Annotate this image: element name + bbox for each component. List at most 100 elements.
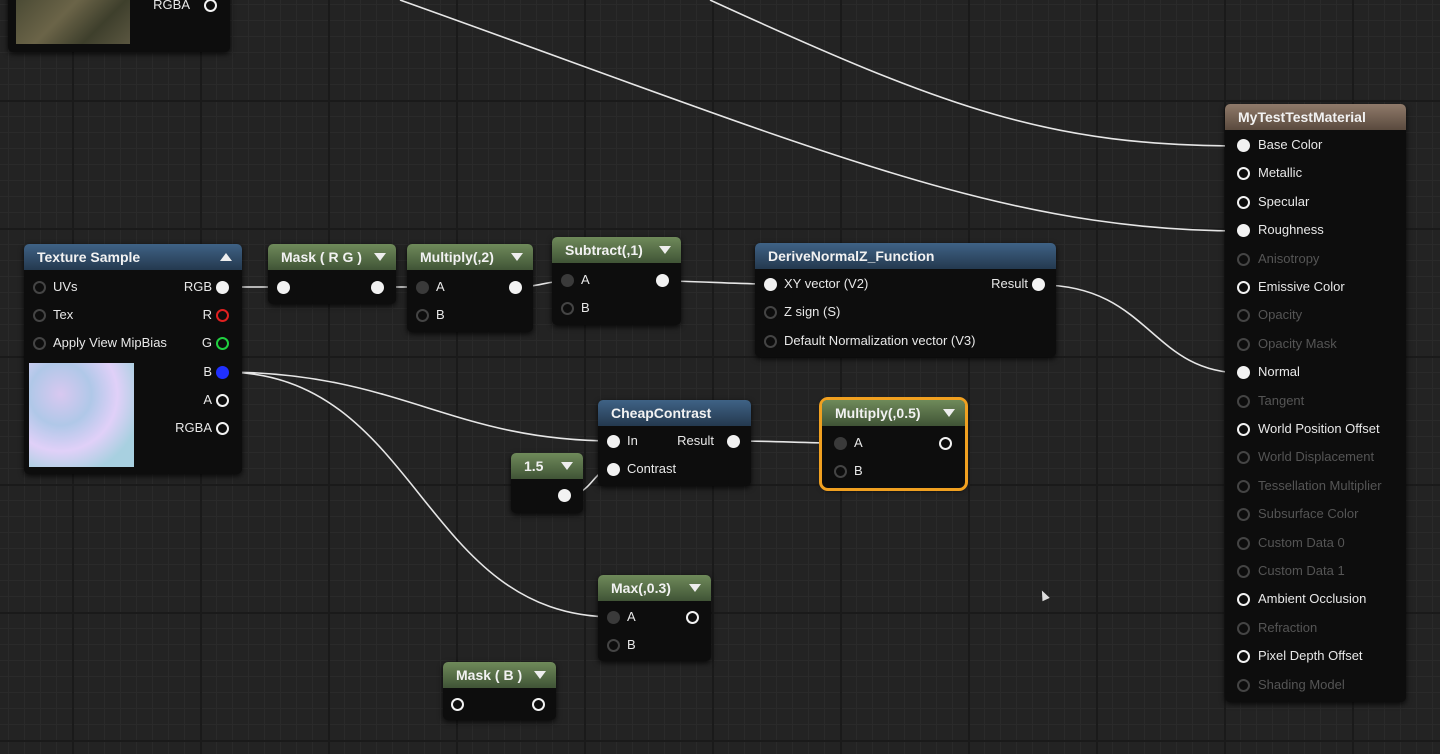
constant-header[interactable]: 1.5 bbox=[511, 453, 583, 479]
multiply-2-output-pin[interactable] bbox=[509, 281, 522, 294]
material-pin-subsurface-color[interactable] bbox=[1237, 508, 1250, 522]
g-output-pin[interactable] bbox=[216, 337, 229, 350]
material-pin-world-position-offset[interactable] bbox=[1237, 423, 1250, 436]
multiply-05-output-pin[interactable] bbox=[939, 437, 952, 450]
constant-node[interactable]: 1.5 bbox=[511, 453, 583, 513]
mask-b-header[interactable]: Mask ( B ) bbox=[443, 662, 556, 688]
material-pin-opacity-mask[interactable] bbox=[1237, 337, 1250, 351]
mask-b-output-pin[interactable] bbox=[532, 698, 545, 711]
rgba-output-pin[interactable] bbox=[204, 0, 217, 12]
material-pin-shading-model[interactable] bbox=[1237, 678, 1250, 692]
multiply-2-node[interactable]: Multiply(,2) A B bbox=[407, 244, 533, 332]
max-03-header[interactable]: Max(,0.3) bbox=[598, 575, 711, 601]
mask-rg-title: Mask ( R G ) bbox=[281, 249, 362, 265]
multiply-05-node[interactable]: Multiply(,0.5) A B bbox=[819, 397, 968, 491]
expand-arrow-icon[interactable] bbox=[659, 246, 671, 254]
material-pin-tangent[interactable] bbox=[1237, 394, 1250, 408]
z-sign-pin[interactable] bbox=[764, 306, 777, 319]
expand-arrow-icon[interactable] bbox=[689, 584, 701, 592]
rgba-output-pin-main[interactable] bbox=[216, 422, 229, 435]
rgba-output-label: RGBA bbox=[153, 0, 190, 12]
max-03-a-label: A bbox=[627, 609, 636, 624]
material-pin-custom-data-0[interactable] bbox=[1237, 536, 1250, 550]
material-pin-world-displacement[interactable] bbox=[1237, 451, 1250, 465]
mask-rg-input-pin[interactable] bbox=[277, 281, 290, 294]
material-pin-tessellation-multiplier[interactable] bbox=[1237, 479, 1250, 493]
multiply-2-b-pin[interactable] bbox=[416, 309, 429, 322]
material-pin-label: Specular bbox=[1258, 193, 1310, 209]
subtract-1-header[interactable]: Subtract(,1) bbox=[552, 237, 681, 263]
material-pin-metallic[interactable] bbox=[1237, 167, 1250, 181]
material-title: MyTestTestMaterial bbox=[1238, 109, 1366, 125]
derive-normal-header[interactable]: DeriveNormalZ_Function bbox=[755, 243, 1056, 269]
material-pin-refraction[interactable] bbox=[1237, 621, 1250, 635]
multiply-2-title: Multiply(,2) bbox=[420, 249, 494, 265]
collapse-arrow-icon[interactable] bbox=[220, 253, 232, 261]
material-pin-ambient-occlusion[interactable] bbox=[1237, 593, 1250, 607]
contrast-in-pin[interactable] bbox=[607, 435, 620, 448]
subtract-1-node[interactable]: Subtract(,1) A B bbox=[552, 237, 681, 325]
material-output-node[interactable]: MyTestTestMaterial Base Color Metallic Spe… bbox=[1225, 104, 1406, 702]
constant-output-pin[interactable] bbox=[558, 489, 571, 502]
mask-b-node[interactable]: Mask ( B ) bbox=[443, 662, 556, 720]
material-pin-roughness[interactable] bbox=[1237, 224, 1250, 238]
cheap-contrast-header[interactable]: CheapContrast bbox=[598, 400, 751, 426]
multiply-2-a-pin[interactable] bbox=[416, 281, 429, 294]
material-header[interactable]: MyTestTestMaterial bbox=[1225, 104, 1406, 130]
contrast-result-pin[interactable] bbox=[727, 435, 740, 448]
subtract-1-output-pin[interactable] bbox=[656, 274, 669, 287]
derive-normal-node[interactable]: DeriveNormalZ_Function XY vector (V2) Z … bbox=[755, 243, 1056, 357]
material-pin-emissive-color[interactable] bbox=[1237, 281, 1250, 294]
expand-arrow-icon[interactable] bbox=[561, 462, 573, 470]
material-pin-label: Base Color bbox=[1258, 137, 1323, 152]
expand-arrow-icon[interactable] bbox=[534, 671, 546, 679]
mask-rg-header[interactable]: Mask ( R G ) bbox=[268, 244, 396, 270]
material-pin-specular[interactable] bbox=[1237, 195, 1250, 209]
material-pin-label: Custom Data 1 bbox=[1258, 563, 1345, 578]
multiply-05-header[interactable]: Multiply(,0.5) bbox=[822, 400, 965, 426]
max-03-output-pin[interactable] bbox=[686, 611, 699, 624]
material-pin-label: Subsurface Color bbox=[1258, 506, 1359, 522]
multiply-05-a-pin[interactable] bbox=[834, 437, 847, 450]
uvs-input-pin[interactable] bbox=[33, 281, 46, 294]
material-pin-label: Roughness bbox=[1258, 222, 1324, 238]
b-output-label: B bbox=[203, 364, 212, 379]
material-pin-base-color[interactable] bbox=[1237, 139, 1250, 152]
cheap-contrast-node[interactable]: CheapContrast In Contrast Result bbox=[598, 400, 751, 486]
multiply-2-b-label: B bbox=[436, 307, 445, 322]
material-pin-label: Shading Model bbox=[1258, 676, 1345, 692]
subtract-1-a-pin[interactable] bbox=[561, 274, 574, 287]
texture-sample-header[interactable]: Texture Sample bbox=[24, 244, 242, 270]
material-pin-normal[interactable] bbox=[1237, 366, 1250, 380]
b-output-pin[interactable] bbox=[216, 366, 229, 379]
subtract-1-b-pin[interactable] bbox=[561, 302, 574, 315]
max-03-node[interactable]: Max(,0.3) A B bbox=[598, 575, 711, 661]
multiply-2-header[interactable]: Multiply(,2) bbox=[407, 244, 533, 270]
max-03-a-pin[interactable] bbox=[607, 611, 620, 624]
mask-b-input-pin[interactable] bbox=[451, 698, 464, 711]
top-texture-node[interactable]: RGBA bbox=[8, 0, 230, 52]
mipbias-input-pin[interactable] bbox=[33, 337, 46, 350]
a-output-pin[interactable] bbox=[216, 394, 229, 407]
tex-input-pin[interactable] bbox=[33, 309, 46, 322]
expand-arrow-icon[interactable] bbox=[943, 409, 955, 417]
xy-vector-pin[interactable] bbox=[764, 278, 777, 291]
wire-normal bbox=[1039, 284, 1244, 374]
expand-arrow-icon[interactable] bbox=[511, 253, 523, 261]
mask-rg-node[interactable]: Mask ( R G ) bbox=[268, 244, 396, 304]
expand-arrow-icon[interactable] bbox=[374, 253, 386, 261]
derive-normal-result-pin[interactable] bbox=[1032, 278, 1045, 291]
rgb-output-pin[interactable] bbox=[216, 281, 229, 294]
texture-sample-node[interactable]: Texture Sample UVs Tex Apply View MipBia… bbox=[24, 244, 242, 474]
mask-rg-output-pin[interactable] bbox=[371, 281, 384, 294]
multiply-05-b-pin[interactable] bbox=[834, 465, 847, 478]
material-pin-opacity[interactable] bbox=[1237, 309, 1250, 323]
max-03-b-pin[interactable] bbox=[607, 639, 620, 652]
contrast-contrast-pin[interactable] bbox=[607, 463, 620, 476]
default-normalization-pin[interactable] bbox=[764, 335, 777, 348]
material-pin-custom-data-1[interactable] bbox=[1237, 565, 1250, 578]
contrast-contrast-label: Contrast bbox=[627, 461, 677, 476]
r-output-pin[interactable] bbox=[216, 309, 229, 322]
material-pin-pixel-depth-offset[interactable] bbox=[1237, 650, 1250, 664]
material-pin-anisotropy[interactable] bbox=[1237, 252, 1250, 266]
